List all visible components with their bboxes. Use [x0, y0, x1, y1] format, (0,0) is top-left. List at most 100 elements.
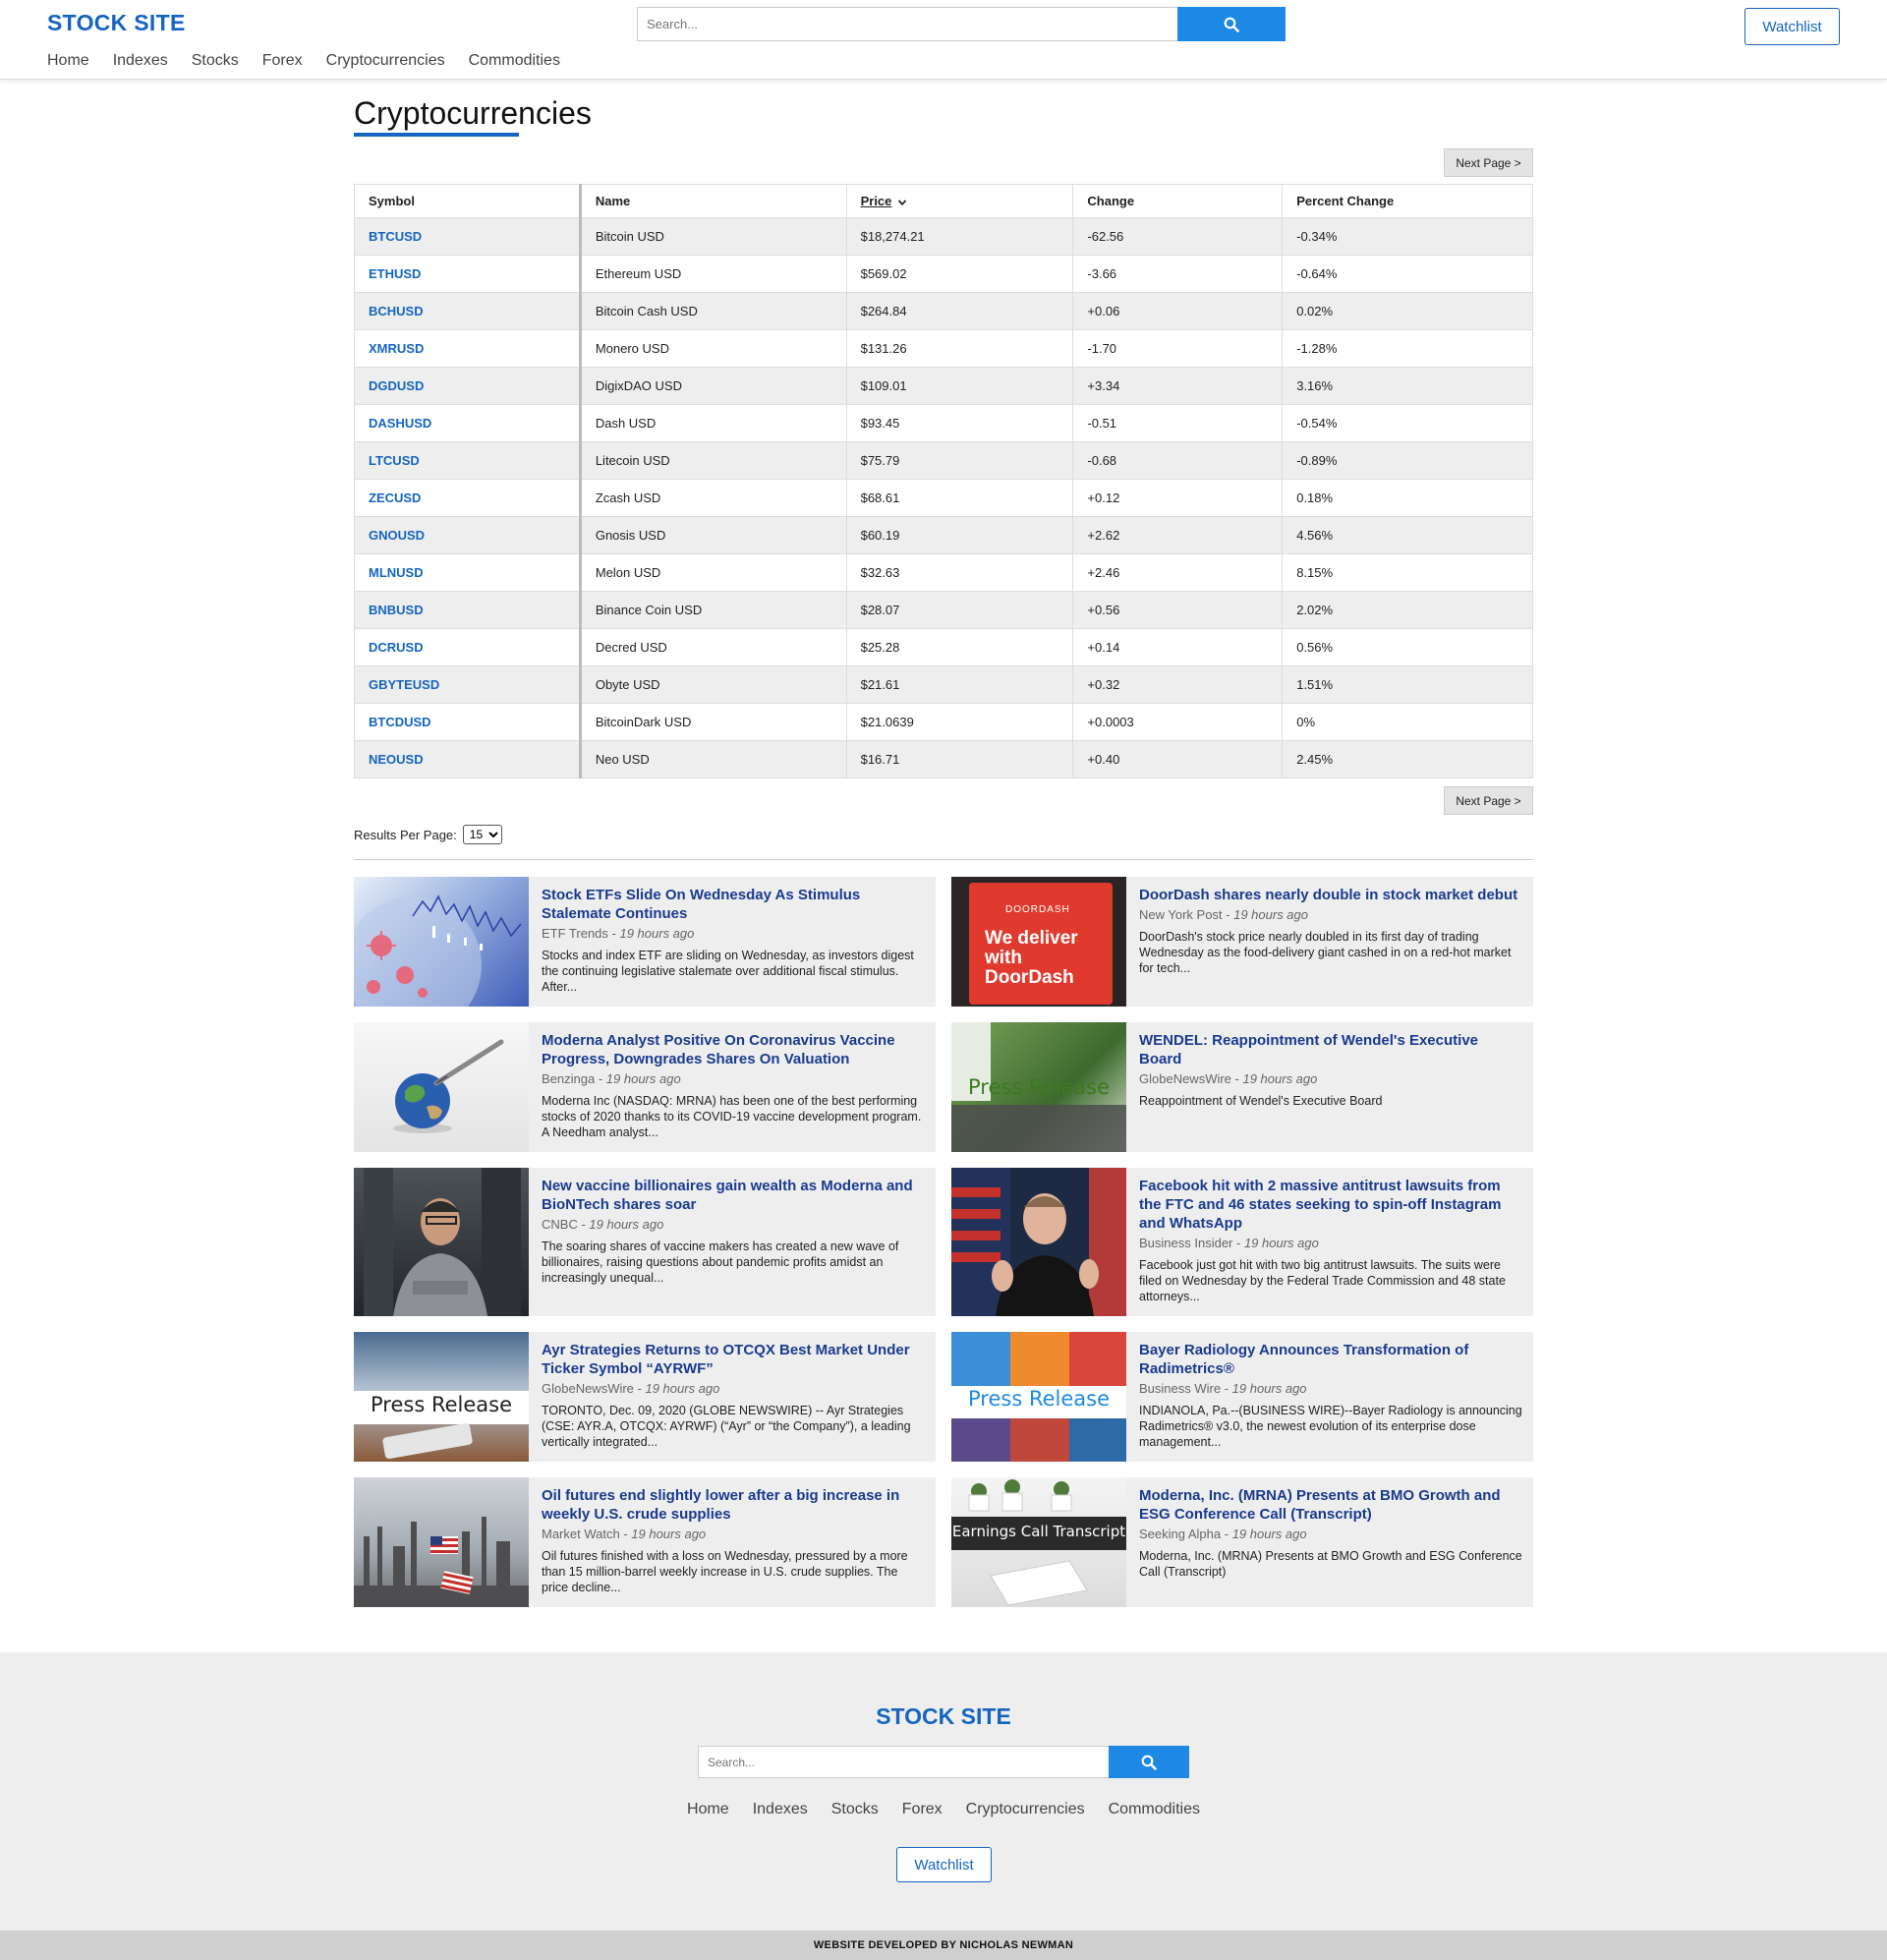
- next-page-button-top[interactable]: Next Page >: [1444, 148, 1533, 177]
- news-title[interactable]: Moderna, Inc. (MRNA) Presents at BMO Gro…: [1139, 1486, 1523, 1524]
- cell-symbol[interactable]: MLNUSD: [354, 553, 582, 592]
- news-time: 19 hours ago: [1243, 1236, 1319, 1250]
- press-release-label: Press Release: [968, 1387, 1110, 1411]
- cell-change: -0.51: [1072, 404, 1284, 442]
- header-change[interactable]: Change: [1072, 184, 1284, 218]
- footer-nav-cryptocurrencies[interactable]: Cryptocurrencies: [966, 1801, 1085, 1818]
- table-row[interactable]: DGDUSD DigixDAO USD $109.01 +3.34 3.16%: [354, 367, 1533, 405]
- news-card[interactable]: Moderna Analyst Positive On Coronavirus …: [354, 1022, 936, 1152]
- nav-stocks[interactable]: Stocks: [192, 52, 239, 70]
- table-row[interactable]: NEOUSD Neo USD $16.71 +0.40 2.45%: [354, 740, 1533, 778]
- table-row[interactable]: MLNUSD Melon USD $32.63 +2.46 8.15%: [354, 553, 1533, 592]
- news-title[interactable]: Oil futures end slightly lower after a b…: [542, 1486, 926, 1524]
- news-title[interactable]: WENDEL: Reappointment of Wendel's Execut…: [1139, 1031, 1523, 1068]
- news-title[interactable]: DoorDash shares nearly double in stock m…: [1139, 886, 1523, 904]
- table-row[interactable]: BNBUSD Binance Coin USD $28.07 +0.56 2.02%: [354, 591, 1533, 629]
- footer-watchlist-button[interactable]: Watchlist: [896, 1847, 992, 1882]
- cell-change: +0.32: [1072, 665, 1284, 704]
- nav-commodities[interactable]: Commodities: [469, 52, 560, 70]
- table-row[interactable]: BCHUSD Bitcoin Cash USD $264.84 +0.06 0.02%: [354, 292, 1533, 330]
- cell-symbol[interactable]: DASHUSD: [354, 404, 582, 442]
- cell-symbol[interactable]: BTCDUSD: [354, 703, 582, 741]
- results-per-page: Results Per Page: 15: [354, 825, 502, 844]
- table-row[interactable]: BTCDUSD BitcoinDark USD $21.0639 +0.0003 0%: [354, 703, 1533, 741]
- nav-indexes[interactable]: Indexes: [113, 52, 168, 70]
- news-card[interactable]: Earnings Call Transcript Moderna, Inc. (…: [951, 1477, 1533, 1607]
- news-title[interactable]: Facebook hit with 2 massive antitrust la…: [1139, 1177, 1523, 1233]
- news-card[interactable]: Press Release Bayer Radiology Announces …: [951, 1332, 1533, 1462]
- next-page-button-bottom[interactable]: Next Page >: [1444, 786, 1533, 815]
- cell-symbol[interactable]: ETHUSD: [354, 255, 582, 293]
- footer-search-input[interactable]: [698, 1746, 1109, 1778]
- virus-chart-image: [354, 877, 529, 1007]
- news-source: Market Watch: [542, 1527, 620, 1541]
- cell-symbol[interactable]: DGDUSD: [354, 367, 582, 405]
- news-card[interactable]: Stock ETFs Slide On Wednesday As Stimulu…: [354, 877, 936, 1007]
- news-snippet: Moderna Inc (NASDAQ: MRNA) has been one …: [542, 1094, 922, 1139]
- header-price[interactable]: Price: [845, 184, 1074, 218]
- news-meta: New York Post - 19 hours ago: [1139, 907, 1309, 922]
- top-nav: Home Indexes Stocks Forex Cryptocurrenci…: [47, 52, 584, 70]
- table-row[interactable]: DCRUSD Decred USD $25.28 +0.14 0.56%: [354, 628, 1533, 666]
- results-per-page-select[interactable]: 15: [462, 825, 502, 844]
- header-name[interactable]: Name: [579, 184, 847, 218]
- cell-symbol[interactable]: BNBUSD: [354, 591, 582, 629]
- table-row[interactable]: GNOUSD Gnosis USD $60.19 +2.62 4.56%: [354, 516, 1533, 554]
- cell-symbol[interactable]: NEOUSD: [354, 740, 582, 778]
- news-source: GlobeNewsWire: [542, 1381, 634, 1396]
- news-title[interactable]: Bayer Radiology Announces Transformation…: [1139, 1341, 1523, 1378]
- news-title[interactable]: Stock ETFs Slide On Wednesday As Stimulu…: [542, 886, 926, 923]
- site-logo[interactable]: STOCK SITE: [47, 10, 186, 36]
- cell-symbol[interactable]: GBYTEUSD: [354, 665, 582, 704]
- news-card[interactable]: DOORDASH We deliver with DoorDash DoorDa…: [951, 877, 1533, 1007]
- nav-home[interactable]: Home: [47, 52, 89, 70]
- header-percent-change[interactable]: Percent Change: [1282, 184, 1533, 218]
- search-input[interactable]: [637, 7, 1177, 41]
- table-row[interactable]: XMRUSD Monero USD $131.26 -1.70 -1.28%: [354, 329, 1533, 368]
- cell-symbol[interactable]: DCRUSD: [354, 628, 582, 666]
- header-symbol[interactable]: Symbol: [354, 184, 582, 218]
- crypto-table: Symbol Name Price Change Percent Change …: [354, 184, 1533, 778]
- table-row[interactable]: ETHUSD Ethereum USD $569.02 -3.66 -0.64%: [354, 255, 1533, 293]
- cell-symbol[interactable]: LTCUSD: [354, 441, 582, 480]
- news-card[interactable]: Oil futures end slightly lower after a b…: [354, 1477, 936, 1607]
- cell-name: Litecoin USD: [579, 441, 847, 480]
- press-release-image: Press Release: [951, 1022, 1126, 1152]
- footer-nav-stocks[interactable]: Stocks: [831, 1801, 879, 1818]
- news-source: Seeking Alpha: [1139, 1527, 1222, 1541]
- news-card[interactable]: Press Release Ayr Strategies Returns to …: [354, 1332, 936, 1462]
- cell-percent-change: -1.28%: [1282, 329, 1533, 368]
- watchlist-button[interactable]: Watchlist: [1744, 8, 1840, 45]
- press-release-label: Press Release: [968, 1075, 1110, 1099]
- footer-nav-forex[interactable]: Forex: [902, 1801, 943, 1818]
- news-title[interactable]: Moderna Analyst Positive On Coronavirus …: [542, 1031, 926, 1068]
- news-card[interactable]: Press Release WENDEL: Reappointment of W…: [951, 1022, 1533, 1152]
- cell-price: $25.28: [845, 628, 1074, 666]
- search-button[interactable]: [1177, 7, 1286, 41]
- footer-search-button[interactable]: [1109, 1746, 1189, 1778]
- footer-logo[interactable]: STOCK SITE: [0, 1703, 1887, 1730]
- cell-name: Zcash USD: [579, 479, 847, 517]
- table-row[interactable]: LTCUSD Litecoin USD $75.79 -0.68 -0.89%: [354, 441, 1533, 480]
- footer-nav-indexes[interactable]: Indexes: [753, 1801, 808, 1818]
- cell-symbol[interactable]: BCHUSD: [354, 292, 582, 330]
- cell-symbol[interactable]: XMRUSD: [354, 329, 582, 368]
- table-row[interactable]: GBYTEUSD Obyte USD $21.61 +0.32 1.51%: [354, 665, 1533, 704]
- table-row[interactable]: DASHUSD Dash USD $93.45 -0.51 -0.54%: [354, 404, 1533, 442]
- cell-percent-change: 1.51%: [1282, 665, 1533, 704]
- cell-symbol[interactable]: ZECUSD: [354, 479, 582, 517]
- nav-forex[interactable]: Forex: [262, 52, 303, 70]
- table-row[interactable]: BTCUSD Bitcoin USD $18,274.21 -62.56 -0.34%: [354, 217, 1533, 256]
- footer-nav-commodities[interactable]: Commodities: [1109, 1801, 1200, 1818]
- cell-symbol[interactable]: GNOUSD: [354, 516, 582, 554]
- news-card[interactable]: New vaccine billionaires gain wealth as …: [354, 1168, 936, 1316]
- news-card[interactable]: Facebook hit with 2 massive antitrust la…: [951, 1168, 1533, 1316]
- nav-cryptocurrencies[interactable]: Cryptocurrencies: [326, 52, 445, 70]
- cell-symbol[interactable]: BTCUSD: [354, 217, 582, 256]
- news-snippet: Stocks and index ETF are sliding on Wedn…: [542, 949, 914, 994]
- news-title[interactable]: New vaccine billionaires gain wealth as …: [542, 1177, 926, 1214]
- search-icon: [1224, 17, 1239, 32]
- news-title[interactable]: Ayr Strategies Returns to OTCQX Best Mar…: [542, 1341, 926, 1378]
- footer-nav-home[interactable]: Home: [687, 1801, 729, 1818]
- table-row[interactable]: ZECUSD Zcash USD $68.61 +0.12 0.18%: [354, 479, 1533, 517]
